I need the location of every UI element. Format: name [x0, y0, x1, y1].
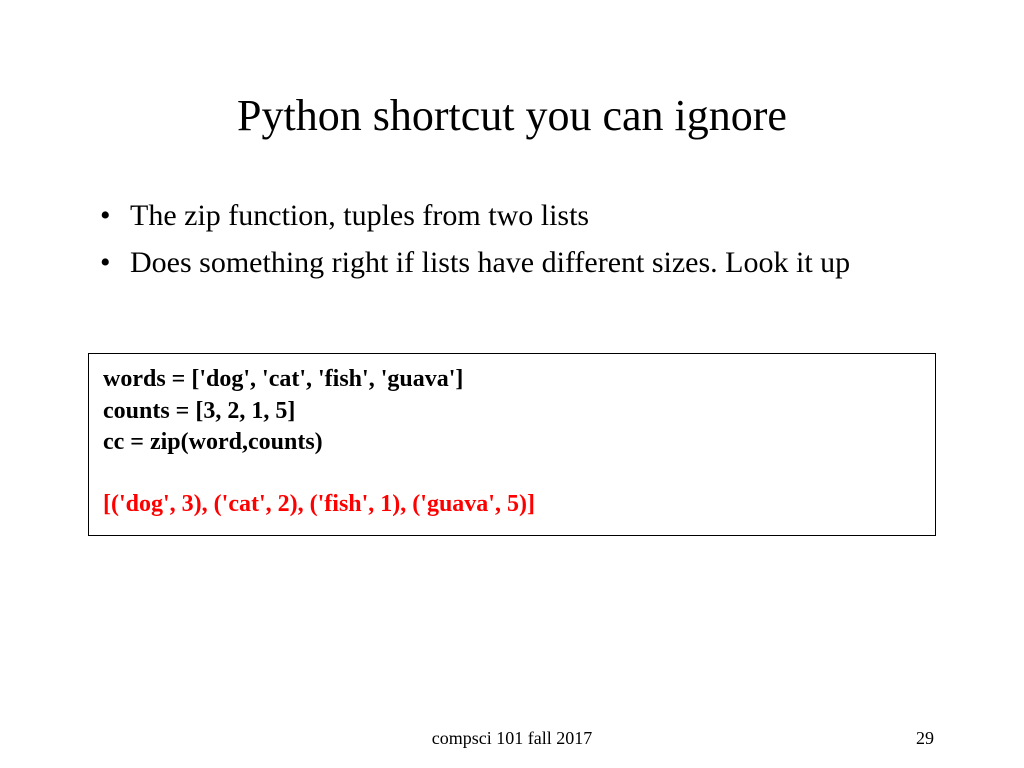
code-box: words = ['dog', 'cat', 'fish', 'guava'] …: [88, 353, 936, 536]
code-line: counts = [3, 2, 1, 5]: [103, 396, 921, 428]
slide-title: Python shortcut you can ignore: [90, 90, 934, 141]
slide: Python shortcut you can ignore The zip f…: [0, 0, 1024, 768]
code-line: cc = zip(word,counts): [103, 427, 921, 459]
bullet-list: The zip function, tuples from two lists …: [90, 196, 934, 283]
footer-course: compsci 101 fall 2017: [432, 728, 592, 749]
code-output: [('dog', 3), ('cat', 2), ('fish', 1), ('…: [103, 489, 921, 521]
footer-page-number: 29: [916, 728, 934, 749]
bullet-item: The zip function, tuples from two lists: [90, 196, 934, 237]
code-line: words = ['dog', 'cat', 'fish', 'guava']: [103, 364, 921, 396]
bullet-item: Does something right if lists have diffe…: [90, 243, 934, 284]
